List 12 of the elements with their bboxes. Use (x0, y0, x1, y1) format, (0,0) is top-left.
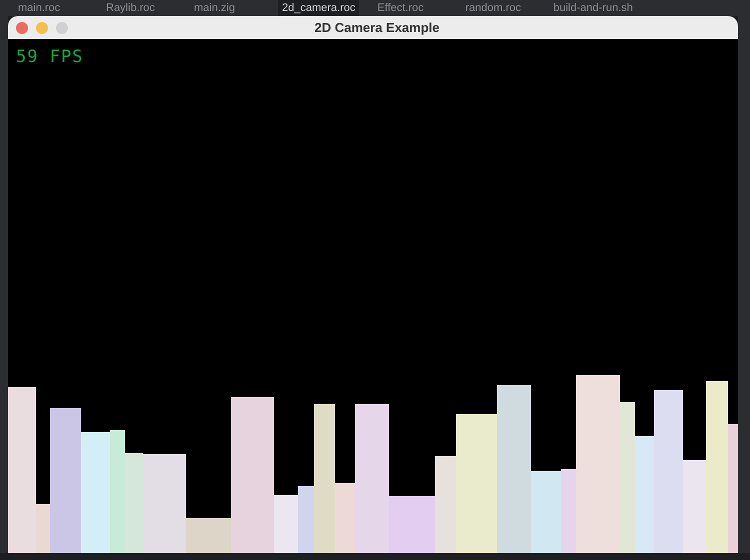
minimize-button[interactable] (36, 22, 48, 34)
editor-tab[interactable]: 2d_camera.roc (278, 0, 360, 16)
editor-tab[interactable]: main.zig (190, 0, 264, 16)
editor-tab[interactable]: random.roc (461, 0, 536, 16)
fps-counter: 59 FPS (16, 47, 84, 67)
window-title: 2D Camera Example (313, 20, 440, 35)
close-button[interactable] (16, 22, 28, 34)
editor-tab[interactable]: Raylib.roc (102, 0, 176, 16)
editor-tab[interactable]: main.roc (14, 0, 88, 16)
editor-tab[interactable]: build-and-run.sh (549, 0, 637, 16)
zoom-button[interactable] (56, 22, 68, 34)
editor-tab[interactable]: Effect.roc (373, 0, 448, 16)
